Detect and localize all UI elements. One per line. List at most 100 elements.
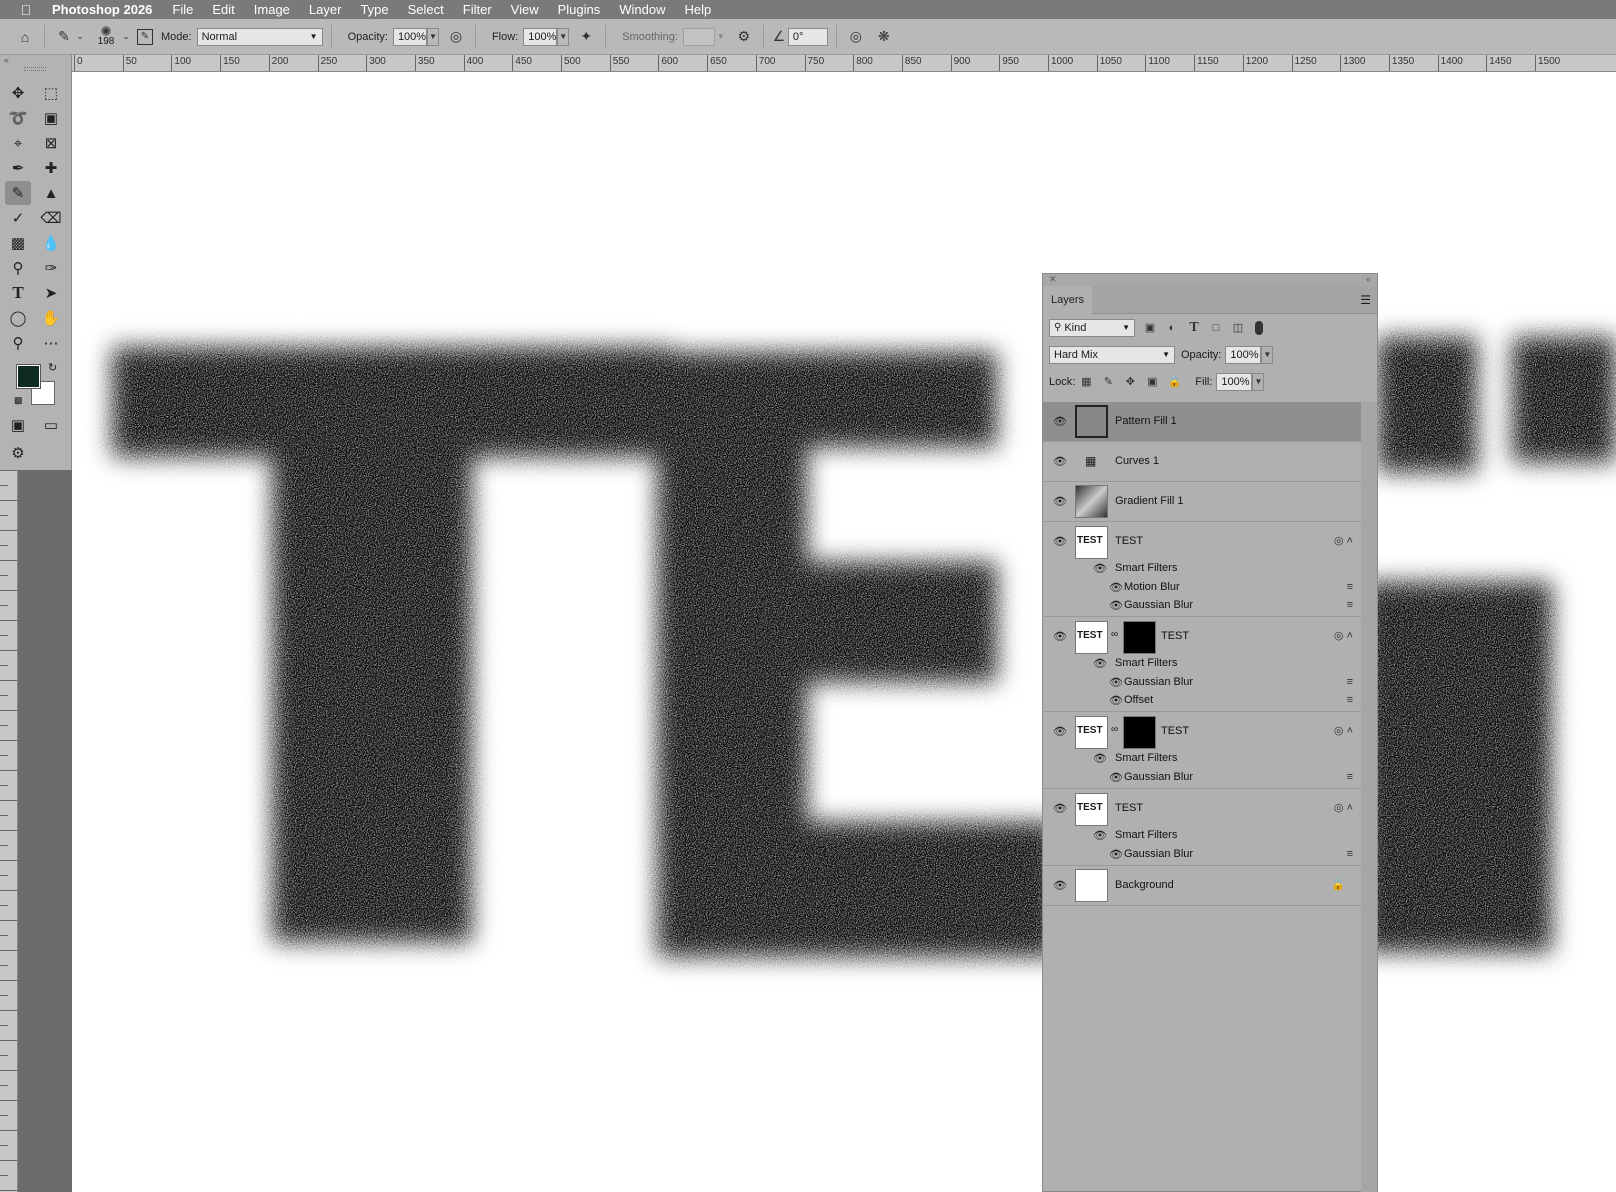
panel-menu-icon[interactable]: ☰ [1360,293,1371,307]
visibility-eye-icon[interactable]: 👁 [1053,879,1067,892]
chevron-down-icon[interactable]: ▼ [426,27,439,46]
filter-kind-select[interactable]: ⚲ Kind ▼ [1049,318,1135,337]
document-canvas[interactable] [72,72,1616,1192]
visibility-eye-icon[interactable]: 👁 [1109,694,1123,707]
filter-name[interactable]: Gaussian Blur [1124,676,1193,688]
menu-view[interactable]: View [511,2,539,17]
visibility-eye-icon[interactable]: 👁 [1053,455,1067,468]
menu-select[interactable]: Select [408,2,444,17]
filter-shape-icon[interactable]: □ [1205,317,1227,339]
object-selection-tool-icon[interactable]: ▣ [38,106,64,130]
history-brush-tool-icon[interactable]: ✓ [5,206,31,230]
mode-select[interactable]: Normal ▼ [196,27,323,46]
layer-row[interactable]: 👁 TEST TEST ◎ ˄ 👁 Smart Filters 👁 Gaussi… [1043,789,1361,866]
foreground-color-swatch[interactable] [16,364,41,389]
layer-row[interactable]: 👁 Pattern Fill 1 [1043,402,1361,442]
marquee-tool-icon[interactable]: ⬚ [38,81,64,105]
pressure-opacity-icon[interactable]: ◎ [445,26,467,48]
layer-row[interactable]: 👁 TEST ∞ TEST ◎ ˄ 👁 Smart Filters 👁 Gaus… [1043,712,1361,789]
layer-row[interactable]: 👁 TEST TEST ◎ ˄ 👁 Smart Filters 👁 Motion… [1043,522,1361,617]
layer-name[interactable]: Gradient Fill 1 [1115,495,1183,507]
menu-layer[interactable]: Layer [309,2,342,17]
close-panel-icon[interactable]: ✕ [1049,274,1057,286]
layer-name[interactable]: TEST [1161,725,1189,737]
lock-position-icon[interactable]: ✥ [1119,371,1141,393]
chevron-down-icon[interactable]: ▼ [1252,372,1265,391]
visibility-eye-icon[interactable]: 👁 [1093,752,1107,765]
default-colors-icon[interactable]: ▩ [14,395,23,406]
visibility-eye-icon[interactable]: 👁 [1109,676,1123,689]
menu-file[interactable]: File [172,2,193,17]
smart-filters-label[interactable]: Smart Filters [1115,657,1177,669]
quick-mask-icon[interactable]: ▣ [5,413,31,437]
chevron-down-icon[interactable]: ▼ [557,27,570,46]
mask-thumbnail[interactable] [1123,621,1156,654]
symmetry-butterfly-icon[interactable]: ❋ [873,26,895,48]
screen-mode-icon[interactable]: ▭ [38,413,64,437]
layer-name[interactable]: Pattern Fill 1 [1115,415,1177,427]
move-tool-icon[interactable]: ✥ [5,81,31,105]
ellipse-tool-icon[interactable]: ◯ [5,306,31,330]
chevron-down-icon[interactable]: ⌄ [121,26,131,48]
blur-tool-icon[interactable]: 💧 [38,231,64,255]
lock-pixels-icon[interactable]: ✎ [1097,371,1119,393]
visibility-eye-icon[interactable]: 👁 [1053,802,1067,815]
visibility-eye-icon[interactable]: 👁 [1053,415,1067,428]
filter-name[interactable]: Motion Blur [1124,581,1180,593]
toolbox-collapse-icon[interactable]: « [4,55,9,65]
filter-type-icon[interactable]: T [1183,317,1205,339]
home-icon[interactable]: ⌂ [14,26,36,48]
visibility-eye-icon[interactable]: 👁 [1109,848,1123,861]
mask-link-icon[interactable]: ∞ [1111,724,1118,735]
brush-size-picker[interactable]: 198 [91,26,121,47]
smart-filter-icon[interactable]: ◎ ˄ [1334,629,1353,642]
chevron-down-icon[interactable]: ▼ [1261,345,1274,364]
layer-row[interactable]: 👁 Gradient Fill 1 [1043,482,1361,522]
layer-name[interactable]: TEST [1161,630,1189,642]
menu-window[interactable]: Window [619,2,665,17]
filter-options-icon[interactable]: ≡ [1347,771,1353,783]
menu-help[interactable]: Help [685,2,712,17]
filter-name[interactable]: Gaussian Blur [1124,771,1193,783]
visibility-eye-icon[interactable]: 👁 [1053,725,1067,738]
healing-brush-tool-icon[interactable]: ✚ [38,156,64,180]
layer-name[interactable]: TEST [1115,535,1143,547]
pen-tool-icon[interactable]: ✑ [38,256,64,280]
menu-plugins[interactable]: Plugins [558,2,601,17]
layers-scrollbar[interactable] [1361,402,1377,1192]
smart-filter-icon[interactable]: ◎ ˄ [1334,801,1353,814]
visibility-eye-icon[interactable]: 👁 [1093,829,1107,842]
filter-adjustment-icon[interactable]: ◐ [1161,317,1183,339]
filter-options-icon[interactable]: ≡ [1347,848,1353,860]
gear-icon[interactable]: ⚙ [733,26,755,48]
layer-row[interactable]: 👁 TEST ∞ TEST ◎ ˄ 👁 Smart Filters 👁 Gaus… [1043,617,1361,712]
lock-icon[interactable]: 🔒 [1331,878,1345,891]
type-tool-icon[interactable]: T [5,281,31,305]
crop-tool-icon[interactable]: ⌖ [5,131,31,155]
tab-layers[interactable]: Layers [1043,285,1093,314]
filter-options-icon[interactable]: ≡ [1347,694,1353,706]
smart-filters-label[interactable]: Smart Filters [1115,752,1177,764]
frame-tool-icon[interactable]: ⊠ [38,131,64,155]
hand-tool-icon[interactable]: ✋ [38,306,64,330]
app-name-menu[interactable]: Photoshop 2026 [52,2,152,17]
lock-artboard-icon[interactable]: ▣ [1141,371,1163,393]
smart-filters-label[interactable]: Smart Filters [1115,562,1177,574]
visibility-eye-icon[interactable]: 👁 [1093,657,1107,670]
filter-name[interactable]: Gaussian Blur [1124,848,1193,860]
lock-all-icon[interactable]: 🔒 [1163,371,1185,393]
blend-mode-select[interactable]: Hard Mix ▼ [1049,345,1175,364]
filter-options-icon[interactable]: ≡ [1347,599,1353,611]
visibility-eye-icon[interactable]: 👁 [1053,630,1067,643]
path-selection-tool-icon[interactable]: ➤ [38,281,64,305]
layer-row[interactable]: 👁 Background 🔒 [1043,866,1361,906]
brush-tool-icon[interactable]: ✎ [5,181,31,205]
fill-field[interactable]: 100% [1216,372,1253,391]
swap-colors-icon[interactable]: ↻ [48,361,57,374]
smoothing-field[interactable] [682,27,715,46]
visibility-eye-icon[interactable]: 👁 [1053,535,1067,548]
filter-name[interactable]: Offset [1124,694,1153,706]
filter-toggle-icon[interactable] [1255,320,1263,335]
visibility-eye-icon[interactable]: 👁 [1093,562,1107,575]
layer-name[interactable]: Background [1115,879,1174,891]
